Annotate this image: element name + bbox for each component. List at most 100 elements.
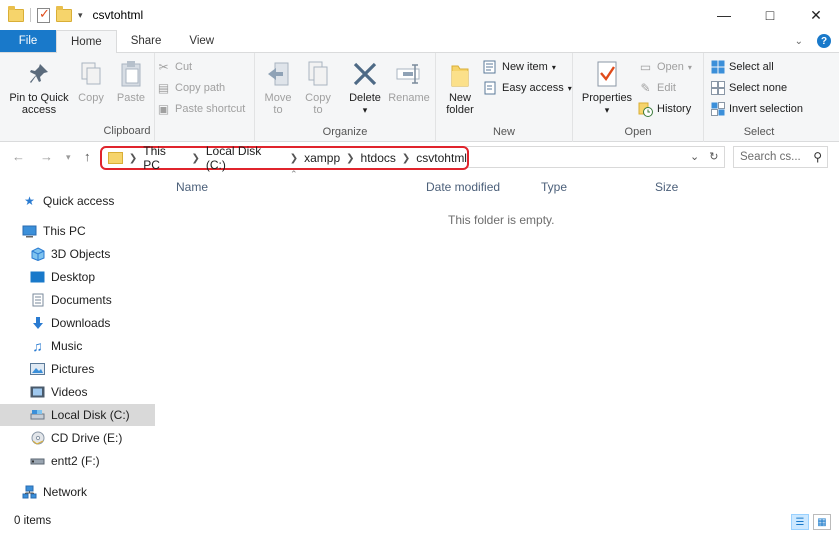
search-icon[interactable]: ⚲ xyxy=(813,150,822,164)
tab-view[interactable]: View xyxy=(175,30,228,52)
nav-item-pictures[interactable]: Pictures xyxy=(30,358,94,380)
breadcrumb-csvtohtml[interactable]: csvtohtml xyxy=(416,151,467,165)
column-header-size[interactable]: Size xyxy=(655,180,678,194)
nav-item-quick-access[interactable]: ★ Quick access xyxy=(22,190,114,212)
history-clock-icon xyxy=(638,102,653,117)
nav-item-this-pc[interactable]: This PC xyxy=(22,220,86,242)
nav-label: entt2 (F:) xyxy=(51,454,100,468)
close-button[interactable]: ✕ xyxy=(793,0,839,30)
nav-item-local-disk[interactable]: Local Disk (C:) xyxy=(0,404,155,426)
title-bar: ▾ csvtohtml — □ ✕ xyxy=(0,0,839,30)
network-icon xyxy=(22,485,37,499)
nav-item-desktop[interactable]: Desktop xyxy=(30,266,95,288)
select-none-label: Select none xyxy=(729,82,788,94)
open-button[interactable]: ▭ Open ▾ xyxy=(638,58,692,76)
new-folder-label-2: folder xyxy=(446,104,474,116)
select-group-label: Select xyxy=(743,126,775,138)
chevron-right-icon[interactable]: ❯ xyxy=(129,153,137,164)
cut-button[interactable]: ✂ Cut xyxy=(156,58,192,76)
tab-share[interactable]: Share xyxy=(117,30,176,52)
address-dropdown-chevron-icon[interactable]: ⌄ xyxy=(690,150,699,163)
paste-shortcut-button[interactable]: ▣ Paste shortcut xyxy=(156,100,246,118)
history-button[interactable]: History xyxy=(638,100,691,118)
music-note-icon: ♫ xyxy=(32,338,43,354)
nav-item-downloads[interactable]: Downloads xyxy=(30,312,110,334)
recent-locations-chevron-icon[interactable]: ▾ xyxy=(66,152,71,163)
expand-ribbon-chevron-icon[interactable]: ⌄ xyxy=(795,36,803,47)
tab-file[interactable]: File xyxy=(0,30,56,52)
document-icon xyxy=(30,293,45,307)
chevron-right-icon[interactable]: ❯ xyxy=(290,153,298,164)
select-none-button[interactable]: Select none xyxy=(710,79,787,97)
edit-button[interactable]: ✎ Edit xyxy=(638,79,676,97)
tab-home[interactable]: Home xyxy=(56,30,117,53)
pin-label-2: access xyxy=(21,104,57,116)
rename-button[interactable]: Rename xyxy=(387,59,431,104)
breadcrumb-local-disk[interactable]: Local Disk (C:) xyxy=(206,144,284,172)
chevron-right-icon[interactable]: ❯ xyxy=(402,153,410,164)
folder-icon xyxy=(108,152,123,164)
edit-label: Edit xyxy=(657,82,676,94)
paste-shortcut-icon: ▣ xyxy=(157,102,170,116)
up-arrow-icon[interactable]: ↑ xyxy=(84,149,91,164)
customize-toolbar-chevron-icon[interactable]: ▾ xyxy=(78,10,83,21)
breadcrumb[interactable]: ❯ This PC ❯ Local Disk (C:) ❯ xampp ❯ ht… xyxy=(100,144,469,172)
nav-item-3d-objects[interactable]: 3D Objects xyxy=(30,243,110,265)
select-all-button[interactable]: Select all xyxy=(710,58,774,76)
organize-group: Move to Copy to Delete ▾ Rename Organize xyxy=(254,53,436,142)
chevron-right-icon[interactable]: ❯ xyxy=(346,153,354,164)
chevron-right-icon[interactable]: ❯ xyxy=(191,153,199,164)
copy-to-button[interactable]: Copy to xyxy=(301,59,335,116)
nav-label: Pictures xyxy=(51,362,95,376)
new-folder-icon[interactable] xyxy=(56,5,72,22)
back-arrow-icon[interactable]: ← xyxy=(12,149,25,164)
column-header-name[interactable]: Name xyxy=(176,180,208,194)
invert-selection-button[interactable]: Invert selection xyxy=(710,100,803,118)
nav-item-music[interactable]: ♫ Music xyxy=(30,335,82,357)
easy-access-label: Easy access xyxy=(502,82,564,94)
column-header-type[interactable]: Type xyxy=(541,180,567,194)
nav-item-videos[interactable]: Videos xyxy=(30,381,87,403)
nav-label: Music xyxy=(51,339,83,353)
column-header-date-modified[interactable]: Date modified xyxy=(426,180,500,194)
breadcrumb-xampp[interactable]: xampp xyxy=(304,151,340,165)
computer-icon xyxy=(22,224,37,238)
properties-button[interactable]: Properties ▾ xyxy=(579,59,635,116)
refresh-icon[interactable]: ↻ xyxy=(709,150,718,163)
maximize-button[interactable]: □ xyxy=(747,0,793,30)
folder-icon xyxy=(8,5,24,22)
delete-button[interactable]: Delete ▾ xyxy=(347,59,383,116)
forward-arrow-icon[interactable]: → xyxy=(40,149,53,164)
copy-path-button[interactable]: ▤ Copy path xyxy=(156,79,225,97)
download-arrow-icon xyxy=(30,316,45,330)
window-controls: — □ ✕ xyxy=(701,0,839,30)
new-folder-button[interactable]: New folder xyxy=(442,59,478,116)
details-view-icon[interactable]: ☰ xyxy=(791,514,809,530)
properties-label: Properties xyxy=(581,92,633,104)
search-input[interactable]: Search cs... ⚲ xyxy=(733,146,828,168)
delete-x-icon xyxy=(351,59,379,89)
easy-access-icon xyxy=(483,81,498,96)
new-item-label: New item xyxy=(502,61,548,73)
nav-item-documents[interactable]: Documents xyxy=(30,289,112,311)
new-group-label: New xyxy=(492,126,515,138)
large-icons-view-icon[interactable]: ▦ xyxy=(813,514,831,530)
view-switcher: ☰ ▦ xyxy=(791,514,831,530)
properties-icon[interactable] xyxy=(37,6,50,23)
new-item-button[interactable]: New item ▾ xyxy=(483,58,556,76)
star-icon: ★ xyxy=(24,194,35,208)
breadcrumb-htdocs[interactable]: htdocs xyxy=(361,151,396,165)
easy-access-button[interactable]: Easy access ▾ xyxy=(483,79,572,97)
move-to-button[interactable]: Move to xyxy=(261,59,295,116)
search-placeholder: Search cs... xyxy=(740,151,801,163)
help-icon[interactable]: ? xyxy=(817,34,831,48)
rename-icon xyxy=(395,59,423,89)
easy-access-chevron-icon: ▾ xyxy=(567,83,572,93)
nav-label: Desktop xyxy=(51,270,96,284)
nav-item-network[interactable]: Network xyxy=(22,481,87,503)
nav-item-cd-drive[interactable]: CD Drive (E:) xyxy=(30,427,122,449)
delete-label: Delete xyxy=(349,92,381,104)
nav-item-entt2[interactable]: entt2 (F:) xyxy=(30,450,100,472)
breadcrumb-this-pc[interactable]: This PC xyxy=(143,144,185,172)
minimize-button[interactable]: — xyxy=(701,0,747,30)
